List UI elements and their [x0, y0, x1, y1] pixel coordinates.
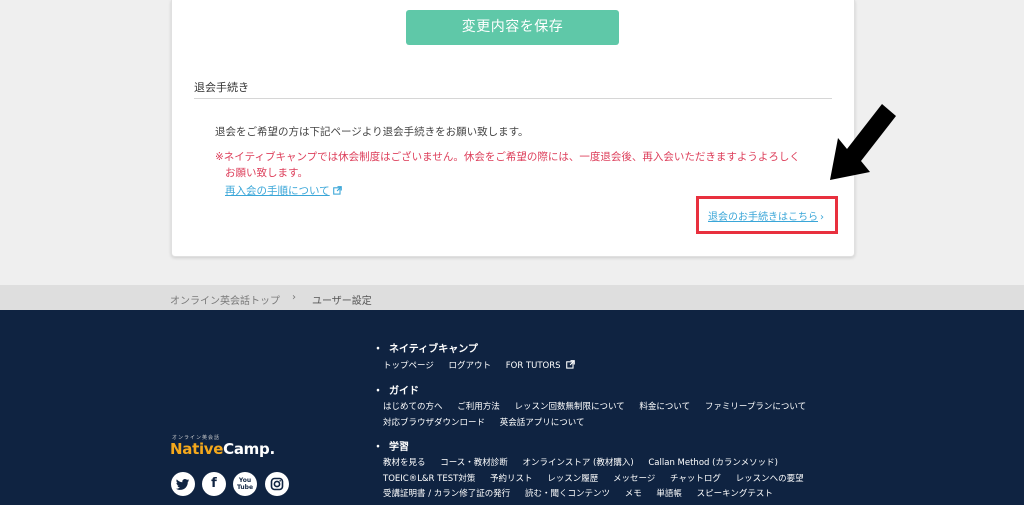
footer-section-study: ・学習	[373, 442, 409, 453]
footer-row: はじめての方へ ご利用方法 レッスン回数無制限について 料金について ファミリー…	[383, 400, 818, 412]
footer-link[interactable]: レッスン履歴	[547, 474, 598, 484]
footer-row: TOEIC®L&R TEST対策 予約リスト レッスン履歴 メッセージ チャット…	[383, 472, 816, 484]
footer-link[interactable]: レッスンへの要望	[736, 474, 804, 484]
withdraw-procedure-link[interactable]: 退会のお手続きはこちら ›	[708, 208, 824, 223]
twitter-bird-icon	[176, 479, 189, 490]
footer-link[interactable]: 対応ブラウザダウンロード	[383, 418, 485, 428]
footer-link[interactable]: 教材を見る	[383, 458, 426, 468]
footer-link[interactable]: ファミリープランについて	[705, 402, 806, 412]
settings-card: 変更内容を保存 退会手続き 退会をご希望の方は下記ページより退会手続きをお願い致…	[171, 0, 855, 257]
withdrawal-instructions: 退会をご希望の方は下記ページより退会手続きをお願い致します。	[215, 126, 529, 138]
footer-link-logout[interactable]: ログアウト	[449, 361, 492, 371]
footer-row: 受講証明書 / カラン修了証の発行 読む・聞くコンテンツ メモ 単語帳 スピーキ…	[383, 487, 785, 499]
footer-link[interactable]: 英会話アプリについて	[500, 418, 585, 428]
breadcrumb-separator: ›	[292, 292, 296, 303]
pointing-arrow-icon	[830, 104, 896, 180]
section-title-withdrawal: 退会手続き	[194, 81, 249, 94]
external-link-icon	[332, 186, 342, 195]
footer-link[interactable]: チャットログ	[670, 474, 721, 484]
footer-link[interactable]: コース・教材診断	[440, 458, 508, 468]
footer-link[interactable]: 料金について	[639, 402, 690, 412]
footer-link[interactable]: Callan Method (カランメソッド)	[648, 458, 778, 468]
footer-section-nativecamp: ・ネイティブキャンプ	[373, 344, 478, 355]
rejoin-link-row: 再入会の手順について	[225, 183, 342, 198]
footer-link[interactable]: 読む・聞くコンテンツ	[525, 489, 610, 499]
instagram-icon[interactable]	[265, 472, 289, 496]
footer-row: 対応ブラウザダウンロード 英会話アプリについて	[383, 416, 596, 428]
instagram-camera-icon	[270, 477, 284, 491]
footer: ・ネイティブキャンプ トップページ ログアウト FOR TUTORS ・ガイド …	[0, 310, 1024, 505]
footer-link[interactable]: はじめての方へ	[383, 402, 443, 412]
footer-link[interactable]: 受講証明書 / カラン修了証の発行	[383, 489, 510, 499]
save-changes-button[interactable]: 変更内容を保存	[406, 10, 619, 45]
footer-link[interactable]: メモ	[625, 489, 642, 499]
warning-text-line2: お願い致します。	[225, 167, 308, 179]
divider	[194, 98, 832, 99]
breadcrumb-home-link[interactable]: オンライン英会話トップ	[170, 292, 280, 307]
footer-link[interactable]: ご利用方法	[457, 402, 500, 412]
footer-section-guide: ・ガイド	[373, 386, 419, 397]
footer-link-top[interactable]: トップページ	[383, 361, 434, 371]
facebook-icon[interactable]: f	[202, 472, 226, 496]
footer-row: トップページ ログアウト FOR TUTORS	[383, 359, 575, 371]
footer-link[interactable]: 単語帳	[656, 489, 682, 499]
footer-row: 教材を見る コース・教材診断 オンラインストア (教材購入) Callan Me…	[383, 456, 790, 468]
chevron-right-icon: ›	[820, 212, 824, 223]
footer-link-for-tutors[interactable]: FOR TUTORS	[506, 361, 561, 371]
rejoin-procedure-link[interactable]: 再入会の手順について	[225, 185, 330, 197]
footer-link[interactable]: オンラインストア (教材購入)	[523, 458, 634, 468]
breadcrumb-current: ユーザー設定	[312, 296, 372, 307]
external-link-icon	[565, 360, 575, 369]
footer-link[interactable]: 予約リスト	[490, 474, 533, 484]
nativecamp-logo[interactable]: NativeCamp.	[170, 440, 275, 458]
footer-link[interactable]: レッスン回数無制限について	[514, 402, 624, 412]
warning-text-line1: ※ネイティブキャンプでは休会制度はございません。休会をご希望の際には、一度退会後…	[215, 151, 800, 163]
breadcrumb: オンライン英会話トップ › ユーザー設定	[0, 285, 1024, 310]
footer-link[interactable]: TOEIC®L&R TEST対策	[383, 474, 475, 484]
withdraw-link-label: 退会のお手続きはこちら	[708, 212, 818, 223]
youtube-icon[interactable]: You Tube	[233, 472, 257, 496]
footer-link[interactable]: メッセージ	[613, 474, 655, 484]
twitter-icon[interactable]	[171, 472, 195, 496]
footer-link[interactable]: スピーキングテスト	[697, 489, 773, 499]
